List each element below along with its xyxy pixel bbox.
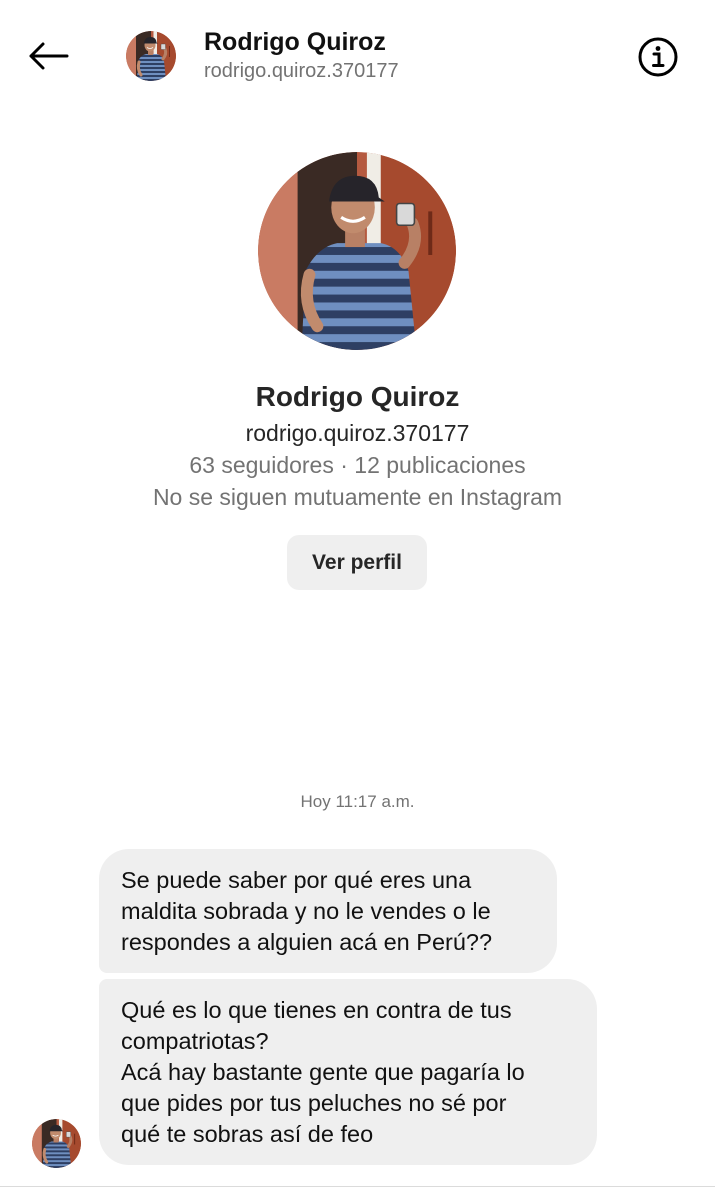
sender-avatar[interactable] (32, 1119, 81, 1168)
mutual-follow-status: No se siguen mutuamente en Instagram (152, 484, 563, 510)
arrow-left-icon (29, 42, 69, 70)
info-button[interactable] (636, 35, 680, 79)
header-name[interactable]: Rodrigo Quiroz (204, 28, 386, 57)
header-avatar[interactable] (126, 31, 176, 81)
message-bubble[interactable]: Qué es lo que tienes en contra de tus co… (99, 979, 597, 1165)
info-circle-icon (638, 37, 678, 77)
back-button[interactable] (24, 34, 72, 78)
profile-name: Rodrigo Quiroz (255, 381, 460, 412)
header-handle[interactable]: rodrigo.quiroz.370177 (204, 60, 399, 83)
profile-avatar[interactable] (258, 152, 456, 350)
profile-handle: rodrigo.quiroz.370177 (245, 420, 470, 446)
view-profile-button[interactable]: Ver perfil (287, 535, 427, 590)
message-timestamp: Hoy 11:17 a.m. (300, 792, 415, 811)
message-bubble[interactable]: Se puede saber por qué eres una maldita … (99, 849, 557, 973)
divider (0, 1186, 715, 1187)
chat-header: Rodrigo Quiroz rodrigo.quiroz.370177 (0, 0, 715, 112)
profile-stats: 63 seguidores · 12 publicaciones (189, 452, 526, 478)
